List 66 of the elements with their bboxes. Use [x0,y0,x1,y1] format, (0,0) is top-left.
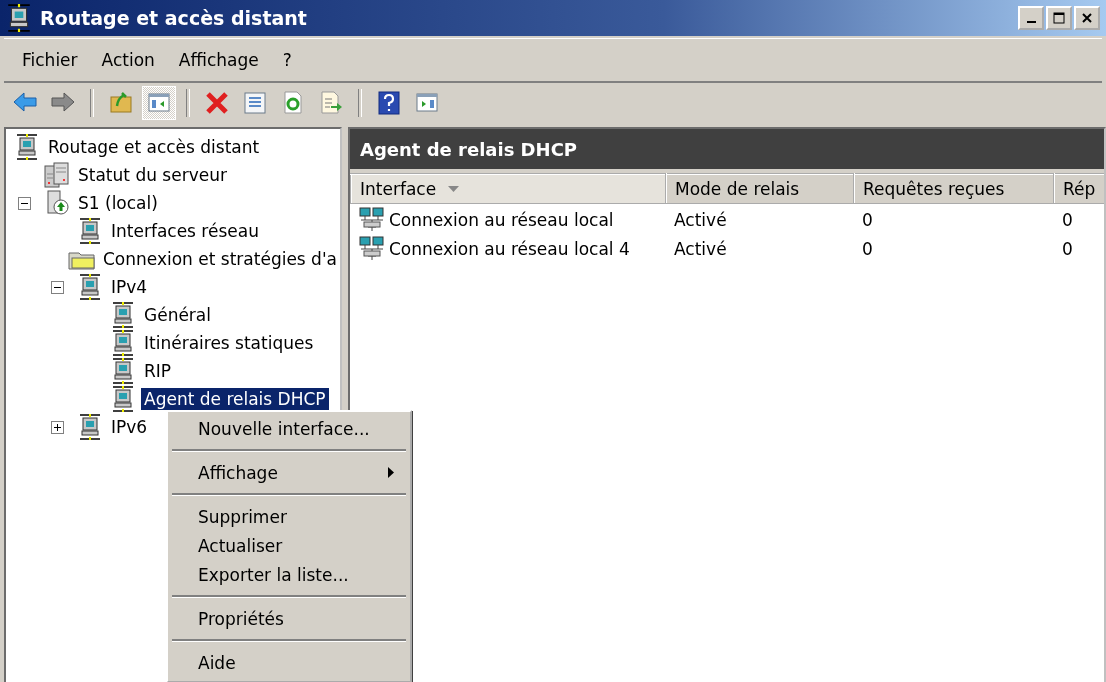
menu-item[interactable]: ? [272,46,302,74]
computer-icon [111,358,135,384]
tree-item[interactable]: IPv4 [108,276,151,298]
pane-title: Agent de relais DHCP [350,129,1104,173]
minimize-button[interactable] [1018,6,1044,30]
plus-icon [53,422,62,432]
computer-icon [15,134,39,160]
server-icon [44,162,70,188]
computer-icon [78,274,102,300]
computer-icon [111,302,135,328]
table-cell-text: 0 [861,237,874,261]
computer-icon [78,414,102,440]
minimize-icon [1026,21,1036,23]
tree-item[interactable]: Itinéraires statiques [141,332,317,354]
sort-icon [448,186,460,192]
menu-item[interactable]: Propriétés [170,604,408,633]
column-header[interactable]: Rép [1054,174,1104,204]
export-icon [318,90,344,116]
collapse-toggle[interactable] [51,280,64,294]
menu-item[interactable]: Action [91,46,165,74]
tree-item[interactable]: Statut du serveur [75,164,230,186]
table-cell: 0 [1054,204,1104,234]
menu-item[interactable]: Affichage [170,458,408,487]
table-cell: Connexion au réseau local [351,204,666,234]
tree-item[interactable]: RIP [141,360,175,382]
network-icon [359,235,387,262]
tree-item[interactable]: IPv6 [108,416,151,438]
delete-icon [204,90,230,116]
menu-item[interactable]: Nouvelle interface... [170,414,408,443]
maximize-button[interactable] [1046,6,1072,30]
tree-item[interactable]: Routage et accès distant [45,136,263,158]
server-icon [44,190,70,216]
window-icon [242,90,268,116]
tree-item[interactable]: Général [141,304,214,326]
folder-icon [108,90,134,116]
menu-item[interactable]: Affichage [168,46,269,74]
menu-item[interactable]: Aide [170,648,408,677]
computer-icon [111,330,135,356]
tree-item[interactable]: Connexion et stratégies d'a [99,248,340,270]
collapse-toggle[interactable] [18,196,31,210]
column-header[interactable]: Requêtes reçues [854,174,1054,204]
menu-item[interactable]: Fichier [12,46,88,74]
table-cell: 0 [854,204,1054,234]
computer-icon [78,218,102,244]
table-cell: Activé [666,204,854,234]
menu-item[interactable]: Supprimer [170,502,408,531]
table-cell: Connexion au réseau local 4 [351,234,666,263]
tree-item[interactable]: S1 (local) [75,192,161,214]
close-button[interactable] [1074,6,1100,30]
expand-toggle[interactable] [51,420,64,434]
column-header[interactable]: Interface [351,174,666,204]
window-title: Routage et accès distant [40,7,308,29]
tree-item[interactable]: Agent de relais DHCP [141,388,329,410]
submenu-arrow-icon [388,467,394,478]
menu-item[interactable]: Actualiser [170,531,408,560]
menu-item[interactable]: Exporter la liste... [170,560,408,589]
close-icon [1081,12,1093,24]
table-cell-text: 0 [1061,237,1074,261]
network-icon [359,206,387,233]
tree-item[interactable]: Interfaces réseau [108,220,262,242]
help-icon [376,90,402,116]
computer-icon [111,386,135,412]
column-header[interactable]: Mode de relais [666,174,854,204]
app-icon [6,4,32,32]
table-cell-text: Activé [673,237,728,261]
maximize-icon [1053,12,1065,24]
